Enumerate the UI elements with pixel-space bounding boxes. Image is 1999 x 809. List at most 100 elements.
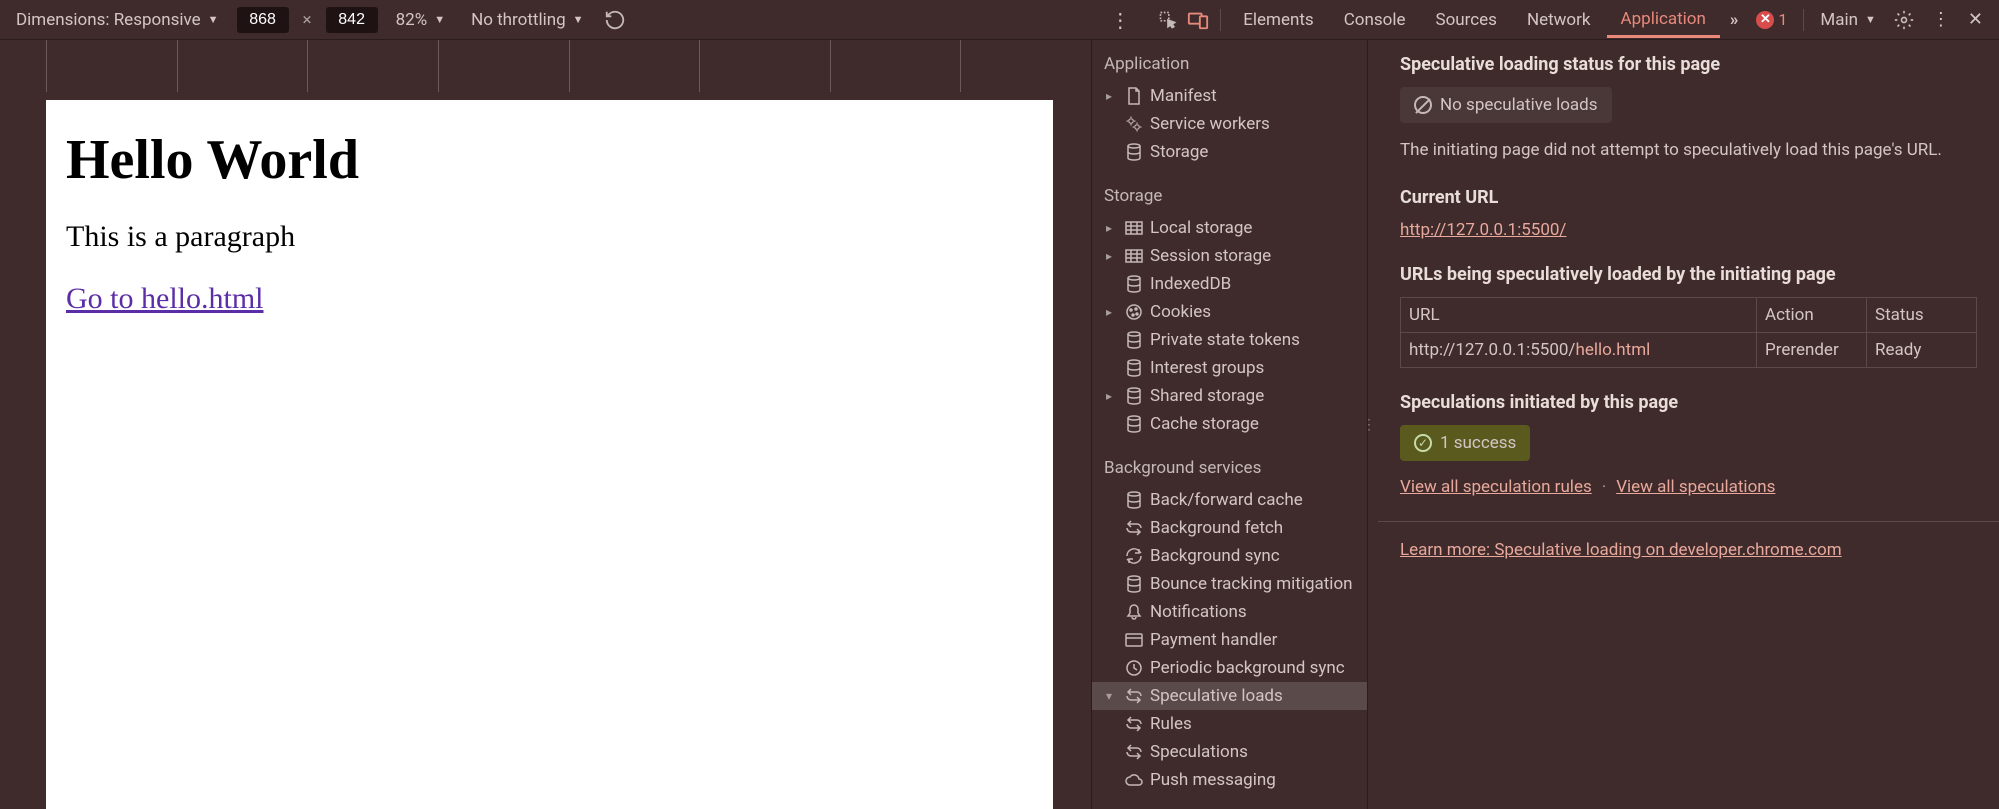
tree-label: Push messaging [1150, 770, 1276, 790]
document-icon [1124, 86, 1144, 106]
devtools-menu-icon[interactable]: ⋮ [1924, 9, 1958, 30]
rotate-icon[interactable] [602, 7, 628, 33]
gears-icon [1124, 114, 1144, 134]
col-url[interactable]: URL [1401, 297, 1757, 332]
tab-application[interactable]: Application [1607, 1, 1720, 38]
zoom-label: 82% [396, 10, 428, 30]
tree-item-notifications[interactable]: ▸ Notifications [1092, 598, 1367, 626]
tree-item-interest-groups[interactable]: ▸ Interest groups [1092, 354, 1367, 382]
divider [1378, 521, 1999, 522]
tree-item-periodic[interactable]: ▸ Periodic background sync [1092, 654, 1367, 682]
device-preview: Hello World This is a paragraph Go to he… [0, 40, 1091, 809]
tree-item-manifest[interactable]: ▸ Manifest [1092, 82, 1367, 110]
tree-label: Payment handler [1150, 630, 1277, 650]
ruler-vertical [0, 100, 46, 809]
sync-icon [1124, 714, 1144, 734]
table-icon [1124, 246, 1144, 266]
tree-item-local-storage[interactable]: ▸ Local storage [1092, 214, 1367, 242]
cell-action: Prerender [1757, 332, 1867, 367]
tree-item-storage[interactable]: ▸ Storage [1092, 138, 1367, 166]
tree-label: Shared storage [1150, 386, 1264, 406]
sync-icon [1124, 742, 1144, 762]
toolbar-divider [1220, 9, 1221, 31]
tab-console[interactable]: Console [1330, 2, 1420, 38]
view-speculations-link[interactable]: View all speculations [1616, 477, 1775, 497]
tree-item-back-forward[interactable]: ▸ Back/forward cache [1092, 486, 1367, 514]
tree-label: Back/forward cache [1150, 490, 1303, 510]
tree-item-speculations[interactable]: Speculations [1092, 738, 1367, 766]
learn-more-link[interactable]: Learn more: Speculative loading on devel… [1400, 540, 1842, 560]
status-description: The initiating page did not attempt to s… [1400, 139, 1977, 163]
status-heading: Speculative loading status for this page [1400, 54, 1977, 75]
chevron-down-icon: ▼ [573, 13, 584, 26]
tree-item-private-state[interactable]: ▸ Private state tokens [1092, 326, 1367, 354]
tree-heading-background: Background services [1092, 450, 1367, 486]
col-status[interactable]: Status [1867, 297, 1977, 332]
tree-item-cache-storage[interactable]: ▸ Cache storage [1092, 410, 1367, 438]
chevron-down-icon: ▼ [1865, 13, 1876, 26]
tree-item-session-storage[interactable]: ▸ Session storage [1092, 242, 1367, 270]
status-pill-no-loads: No speculative loads [1400, 87, 1612, 123]
dimensions-dropdown[interactable]: Dimensions: Responsive ▼ [8, 6, 227, 34]
tab-sources[interactable]: Sources [1422, 2, 1511, 38]
tree-item-shared-storage[interactable]: ▸ Shared storage [1092, 382, 1367, 410]
tree-item-bg-fetch[interactable]: ▸ Background fetch [1092, 514, 1367, 542]
tree-item-payment[interactable]: ▸ Payment handler [1092, 626, 1367, 654]
device-toggle-icon[interactable] [1184, 6, 1212, 34]
tree-item-bg-sync[interactable]: ▸ Background sync [1092, 542, 1367, 570]
page-link[interactable]: Go to hello.html [66, 282, 264, 315]
dimensions-label: Dimensions: Responsive [16, 10, 201, 30]
tab-elements[interactable]: Elements [1229, 2, 1327, 38]
chevron-right-icon: ▸ [1106, 89, 1118, 103]
database-icon [1124, 386, 1144, 406]
refresh-icon [1124, 546, 1144, 566]
tree-item-service-workers[interactable]: ▸ Service workers [1092, 110, 1367, 138]
chevron-right-icon: ▸ [1106, 389, 1118, 403]
check-icon: ✓ [1414, 434, 1432, 452]
view-rules-link[interactable]: View all speculation rules [1400, 477, 1592, 497]
initiated-heading: Speculations initiated by this page [1400, 392, 1977, 413]
close-devtools-icon[interactable]: ✕ [1960, 9, 1991, 30]
table-row[interactable]: http://127.0.0.1:5500/hello.html Prerend… [1401, 332, 1977, 367]
frame-selector[interactable]: Main ▼ [1812, 6, 1884, 34]
status-pill-success: ✓ 1 success [1400, 425, 1530, 461]
width-input[interactable] [237, 7, 289, 33]
tree-heading-application: Application [1092, 46, 1367, 82]
devtools-toolbar: Elements Console Sources Network Applica… [1142, 1, 1991, 38]
col-action[interactable]: Action [1757, 297, 1867, 332]
tree-item-push[interactable]: ▸ Push messaging [1092, 766, 1367, 794]
tree-item-speculative-loads[interactable]: ▾ Speculative loads [1092, 682, 1367, 710]
page-paragraph: This is a paragraph [66, 220, 1033, 254]
current-url-link[interactable]: http://127.0.0.1:5500/ [1400, 220, 1566, 240]
more-tabs-icon[interactable]: » [1722, 2, 1747, 38]
application-sidebar[interactable]: Application ▸ Manifest ▸ Service workers… [1091, 40, 1368, 809]
settings-icon[interactable] [1886, 10, 1922, 30]
bell-icon [1124, 602, 1144, 622]
inspect-element-icon[interactable] [1154, 6, 1182, 34]
tree-heading-storage: Storage [1092, 178, 1367, 214]
tree-label: Interest groups [1150, 358, 1264, 378]
tree-label: Background sync [1150, 546, 1280, 566]
tree-item-rules[interactable]: Rules [1092, 710, 1367, 738]
tree-label: Manifest [1150, 86, 1217, 106]
tab-network[interactable]: Network [1513, 2, 1605, 38]
cookie-icon [1124, 302, 1144, 322]
tree-item-cookies[interactable]: ▸ Cookies [1092, 298, 1367, 326]
database-icon [1124, 274, 1144, 294]
speculations-table: URL Action Status http://127.0.0.1:5500/… [1400, 297, 1977, 368]
tree-item-indexeddb[interactable]: ▸ IndexedDB [1092, 270, 1367, 298]
device-toolbar-menu[interactable]: ⋮ [1110, 8, 1130, 32]
table-icon [1124, 218, 1144, 238]
error-count[interactable]: ✕ 1 [1748, 10, 1795, 29]
rendered-page[interactable]: Hello World This is a paragraph Go to he… [46, 100, 1053, 809]
zoom-dropdown[interactable]: 82% ▼ [388, 6, 453, 34]
panel-splitter[interactable]: ⋮⋮ [1368, 40, 1378, 809]
tree-label: Notifications [1150, 602, 1247, 622]
tree-label: Speculations [1150, 742, 1248, 762]
height-input[interactable] [326, 7, 378, 33]
tree-label: Local storage [1150, 218, 1252, 238]
toolbar-divider [1803, 9, 1804, 31]
tree-item-bounce[interactable]: ▸ Bounce tracking mitigation [1092, 570, 1367, 598]
chevron-down-icon: ▼ [434, 13, 445, 26]
throttling-dropdown[interactable]: No throttling ▼ [463, 6, 591, 34]
